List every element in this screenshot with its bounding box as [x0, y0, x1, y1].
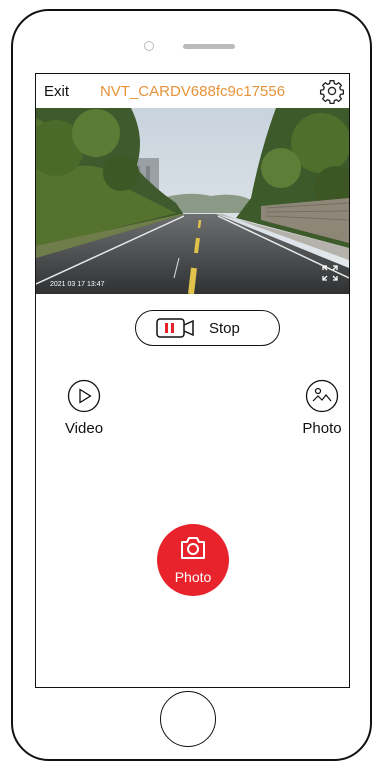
- camera-icon: [181, 537, 205, 559]
- road-scene-image: [36, 108, 349, 294]
- video-mode-button[interactable]: Video: [54, 379, 114, 437]
- video-mode-label: Video: [64, 420, 104, 437]
- device-ssid: NVT_CARDV688fc9c17556: [99, 83, 286, 100]
- earpiece-speaker: [183, 44, 235, 49]
- top-bar: Exit NVT_CARDV688fc9c17556: [36, 74, 349, 108]
- home-button[interactable]: [160, 691, 216, 747]
- feed-timestamp: 2021 03 17 13:47: [50, 281, 105, 288]
- photo-shutter-button[interactable]: Photo: [157, 524, 229, 596]
- image-gallery-icon: [305, 379, 339, 413]
- play-icon: [67, 379, 101, 413]
- photo-mode-label: Photo: [302, 420, 342, 437]
- app-screen: Exit NVT_CARDV688fc9c17556 2021 03 17 13…: [35, 73, 350, 688]
- live-camera-feed[interactable]: 2021 03 17 13:47: [36, 108, 349, 294]
- stop-recording-button[interactable]: Stop: [135, 310, 280, 346]
- front-camera: [144, 41, 154, 51]
- settings-gear-icon[interactable]: [319, 78, 345, 104]
- stop-label: Stop: [209, 320, 240, 337]
- photo-mode-button[interactable]: Photo: [292, 379, 349, 437]
- shutter-label: Photo: [174, 569, 212, 585]
- phone-frame: Exit NVT_CARDV688fc9c17556 2021 03 17 13…: [11, 9, 372, 761]
- recording-camera-icon: [156, 318, 194, 338]
- fullscreen-expand-icon[interactable]: [321, 264, 339, 282]
